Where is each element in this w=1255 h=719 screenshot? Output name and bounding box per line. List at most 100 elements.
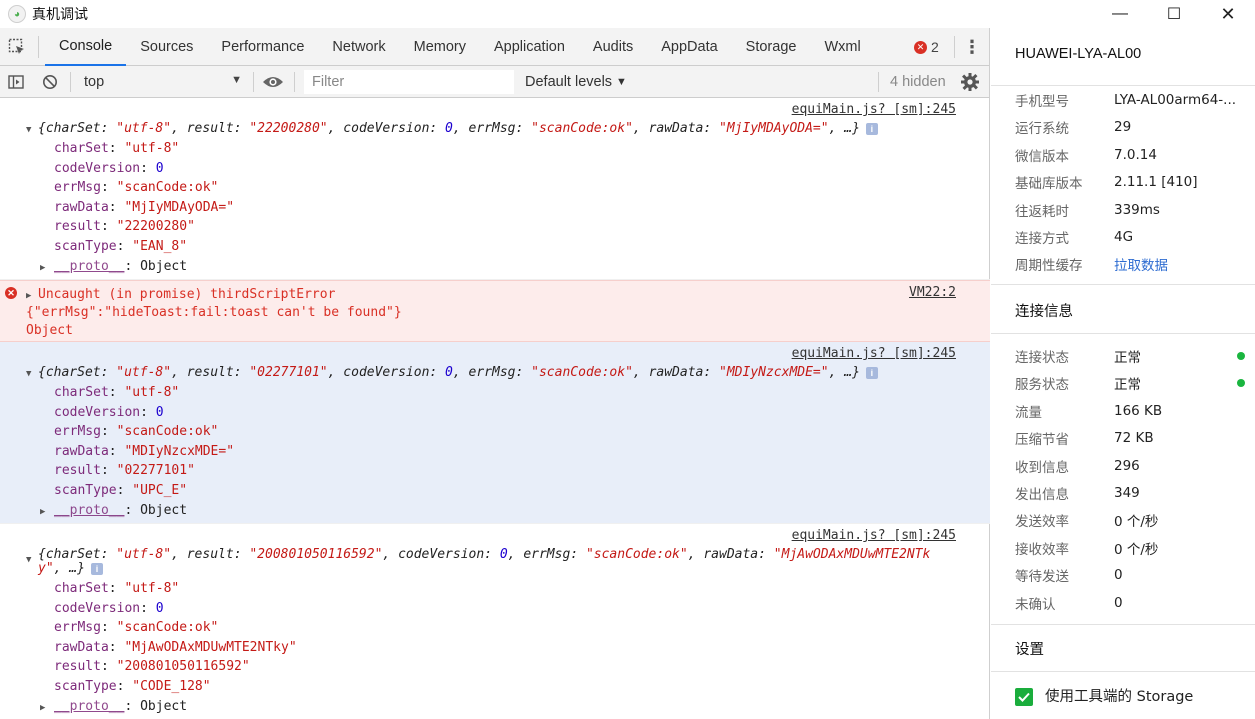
storage-option-label[interactable]: 使用工具端的 Storage — [1045, 685, 1193, 706]
summary-comma: , — [327, 121, 344, 136]
tab-wxml[interactable]: Wxml — [810, 28, 874, 66]
expand-triangle-icon[interactable]: ▶ — [40, 503, 54, 522]
property-colon: : — [108, 385, 125, 400]
panel-divider — [991, 671, 1255, 672]
tab-list: Console Sources Performance Network Memory Ap… — [45, 28, 875, 66]
object-property: scanType: "CODE_128" — [54, 677, 211, 696]
property-key: scanType — [54, 679, 117, 694]
tab-storage[interactable]: Storage — [732, 28, 811, 66]
object-summary[interactable]: ▼ {charSet: "utf-8", result: "02277101" , … — [26, 363, 878, 384]
gear-icon[interactable] — [960, 66, 980, 98]
source-link[interactable]: equiMain.js? [sm]:245 — [792, 102, 956, 117]
tab-performance[interactable]: Performance — [207, 28, 318, 66]
console-output: equiMain.js? [sm]:245 ▼ {charSet: "utf-8",… — [0, 98, 990, 719]
expand-triangle-icon[interactable]: ▶ — [40, 259, 54, 278]
info-row: 手机型号 LYA-AL00arm64-... — [1015, 89, 1245, 111]
error-counter[interactable]: ✕ 2 — [914, 28, 939, 66]
info-label: 周期性缓存 — [1015, 258, 1083, 275]
tab-sources[interactable]: Sources — [126, 28, 207, 66]
summary-comma: , — [171, 547, 187, 562]
info-label: 发送效率 — [1015, 514, 1069, 531]
property-value: "utf-8" — [116, 121, 172, 136]
property-colon: : — [108, 141, 125, 156]
info-icon[interactable]: i — [90, 562, 103, 575]
proto-row[interactable]: ▶ __proto__: Object — [40, 257, 187, 278]
info-value: 29 — [1114, 119, 1132, 136]
hidden-messages-count: 4 hidden — [890, 74, 946, 90]
info-row: 周期性缓存 拉取数据 — [1015, 253, 1245, 275]
info-icon[interactable]: i — [865, 122, 878, 135]
source-link[interactable]: equiMain.js? [sm]:245 — [792, 346, 956, 361]
tab-memory[interactable]: Memory — [400, 28, 480, 66]
property-key: errMsg — [54, 180, 101, 196]
property-key: codeVersion — [343, 121, 430, 136]
property-colon: : — [108, 581, 125, 596]
tab-application[interactable]: Application — [480, 28, 579, 66]
info-label: 连接状态 — [1015, 350, 1069, 366]
tab-network[interactable]: Network — [318, 28, 399, 66]
panel-divider — [991, 85, 1255, 86]
storage-checkbox[interactable] — [1015, 688, 1033, 706]
summary-colon: : — [429, 121, 446, 136]
property-key: scanType — [54, 239, 117, 254]
proto-value: Object — [140, 502, 188, 518]
summary-comma: , — [507, 547, 524, 562]
source-link[interactable]: equiMain.js? [sm]:245 — [792, 528, 956, 543]
minimize-button[interactable]: — — [1093, 0, 1147, 28]
expand-triangle-icon[interactable]: ▼ — [26, 365, 38, 384]
tab-audits[interactable]: Audits — [579, 28, 647, 66]
property-value: "scanCode:ok" — [116, 620, 219, 636]
object-summary-continued: y", …} i — [38, 559, 103, 578]
info-row: 未确认 0 — [1015, 592, 1245, 614]
info-value: 72 KB — [1114, 430, 1154, 447]
expand-triangle-icon[interactable]: ▼ — [26, 121, 38, 140]
object-summary[interactable]: {charSet: "utf-8", result: "200801050116… — [38, 545, 930, 564]
maximize-button[interactable]: ☐ — [1147, 0, 1201, 28]
object-property: codeVersion: 0 — [54, 403, 164, 422]
info-value: 正常 — [1114, 350, 1141, 366]
proto-row[interactable]: ▶ __proto__: Object — [40, 501, 187, 522]
property-value: "CODE_128" — [132, 679, 211, 694]
summary-colon: : — [703, 365, 720, 380]
info-value: 正常 — [1114, 377, 1141, 394]
property-value: "utf-8" — [124, 385, 180, 400]
tab-separator — [38, 35, 39, 58]
clear-console-icon[interactable] — [36, 66, 64, 98]
source-link[interactable]: VM22:2 — [909, 285, 956, 300]
info-icon[interactable]: i — [865, 366, 878, 379]
tab-appdata[interactable]: AppData — [647, 28, 731, 66]
summary-comma: , — [327, 365, 344, 380]
property-value: "scanCode:ok" — [116, 180, 219, 196]
more-options-icon[interactable]: ⋮ — [962, 28, 982, 66]
object-summary[interactable]: ▼ {charSet: "utf-8", result: "22200280" , … — [26, 119, 878, 140]
tab-console[interactable]: Console — [45, 28, 127, 66]
summary-ellipsis: , …} — [828, 365, 860, 380]
live-expression-eye-icon[interactable] — [262, 66, 284, 98]
proto-row[interactable]: ▶ __proto__: Object — [40, 697, 187, 718]
status-ok-icon — [1237, 352, 1245, 360]
close-button[interactable]: ✕ — [1201, 0, 1255, 28]
object-property: rawData: "MDIyNzcxMDE=" — [54, 442, 234, 461]
console-log-entry: equiMain.js? [sm]:245 ▼ {charSet: "utf-8",… — [0, 98, 990, 280]
property-key: codeVersion — [54, 160, 141, 176]
property-value: "MjAwODAxMDUwMTE2NTk — [773, 547, 931, 562]
property-key: charSet — [54, 141, 109, 156]
toggle-sidebar-icon[interactable] — [2, 66, 30, 98]
property-value: "22200280" — [249, 121, 328, 136]
inspect-element-icon[interactable] — [0, 28, 34, 66]
chevron-down-icon: ▼ — [231, 74, 242, 86]
summary-brace: { — [38, 121, 46, 136]
info-row: 接收效率 0 个/秒 — [1015, 537, 1245, 559]
info-value: 0 个/秒 — [1114, 541, 1159, 558]
object-property: errMsg: "scanCode:ok" — [54, 422, 218, 441]
context-selector[interactable]: top ▼ — [78, 70, 246, 94]
info-label: 压缩节省 — [1015, 432, 1069, 449]
console-filter-input[interactable] — [304, 70, 514, 94]
console-log-entry: equiMain.js? [sm]:245 {charSet: "utf-8", … — [0, 524, 990, 719]
expand-triangle-icon[interactable]: ▶ — [40, 699, 54, 718]
fetch-data-link[interactable]: 拉取数据 — [1114, 254, 1168, 274]
object-property: errMsg: "scanCode:ok" — [54, 618, 218, 637]
info-value: 166 KB — [1114, 402, 1163, 419]
info-row: 压缩节省 72 KB — [1015, 427, 1245, 449]
log-levels-dropdown[interactable]: Default levels ▼ — [525, 66, 627, 98]
